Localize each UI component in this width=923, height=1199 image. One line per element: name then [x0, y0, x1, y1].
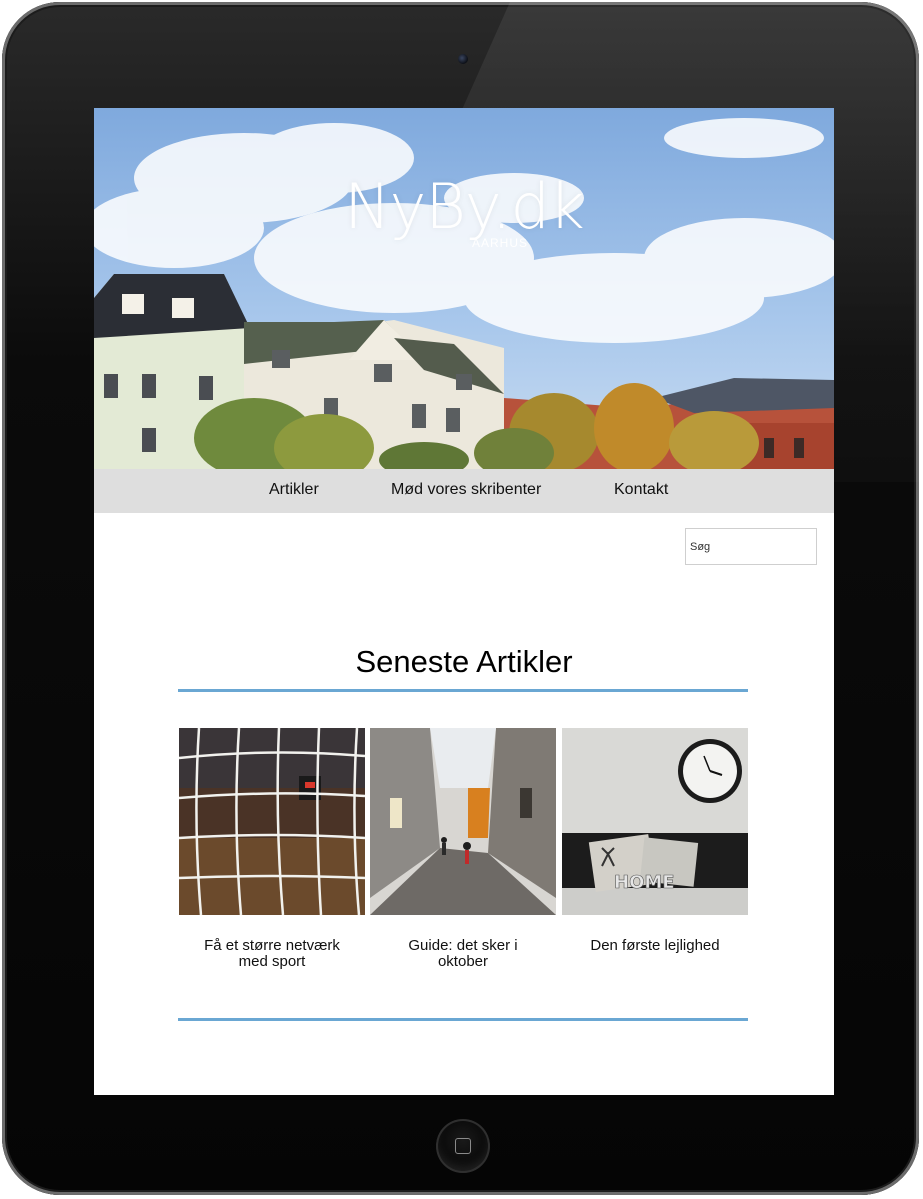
article-title[interactable]: Guide: det sker i oktober: [370, 938, 556, 970]
nav-item-skribenter[interactable]: Mød vores skribenter: [391, 481, 541, 499]
main-navigation: Artikler Mød vores skribenter Kontakt: [94, 469, 834, 513]
search-input[interactable]: [685, 528, 817, 565]
nav-item-artikler[interactable]: Artikler: [269, 481, 319, 499]
article-image-street[interactable]: [370, 728, 556, 915]
website-screen: NyBy.dk AARHUS Artikler Mød vores skribe…: [94, 108, 834, 1095]
article-image-living-room[interactable]: HOME: [562, 728, 748, 915]
article-title[interactable]: Den første lejlighed: [562, 938, 748, 954]
nav-item-kontakt[interactable]: Kontakt: [614, 481, 668, 499]
home-button[interactable]: [436, 1119, 490, 1173]
article-card[interactable]: HOME Den første lejlighed: [562, 728, 748, 954]
article-card[interactable]: Guide: det sker i oktober: [370, 728, 556, 970]
site-logo-subtitle: AARHUS: [472, 236, 529, 250]
camera-icon: [458, 54, 468, 64]
svg-text:HOME: HOME: [614, 872, 675, 893]
article-card[interactable]: Få et større netværk med sport: [179, 728, 365, 970]
hero-header: NyBy.dk AARHUS: [94, 108, 834, 469]
article-image-sports[interactable]: [179, 728, 365, 915]
home-button-icon: [455, 1138, 471, 1154]
site-logo[interactable]: NyBy.dk: [94, 170, 834, 243]
tablet-frame: NyBy.dk AARHUS Artikler Mød vores skribe…: [2, 2, 919, 1195]
divider-top: [178, 689, 748, 692]
divider-bottom: [178, 1018, 748, 1021]
section-title: Seneste Artikler: [355, 644, 573, 679]
article-title[interactable]: Få et større netværk med sport: [179, 938, 365, 970]
hero-city-photo: [94, 108, 834, 469]
